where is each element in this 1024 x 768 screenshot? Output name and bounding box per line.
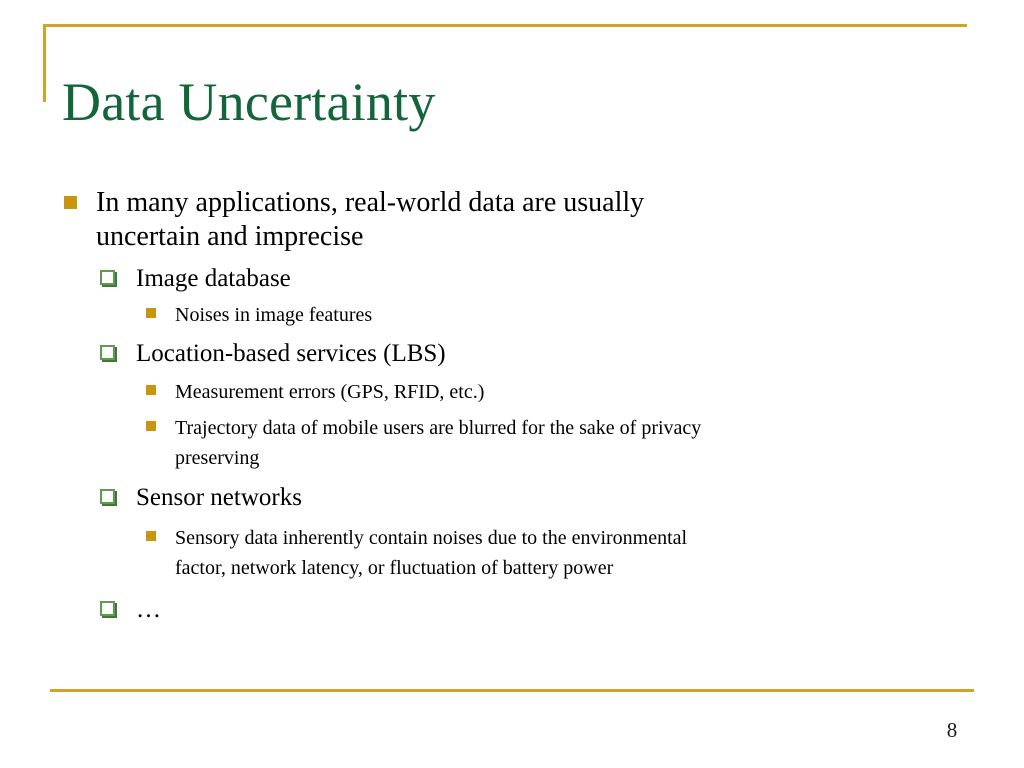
small-filled-square-bullet-icon xyxy=(146,421,156,431)
bullet-line: Noises in image features xyxy=(175,304,373,326)
small-filled-square-bullet-icon xyxy=(146,385,156,395)
bullet-line: Image database xyxy=(136,265,291,292)
bullet-line: preserving xyxy=(175,447,260,469)
bullet-text: … xyxy=(0,591,1024,629)
slide-body: In many applications, real-world data ar… xyxy=(0,186,1024,629)
slide: Data Uncertainty In many applications, r… xyxy=(0,0,1024,768)
bullet-line: Measurement errors (GPS, RFID, etc.) xyxy=(175,381,485,403)
filled-square-bullet-icon xyxy=(64,196,77,209)
bullet-text: Image database xyxy=(0,260,1024,298)
bullet-line: … xyxy=(136,596,161,623)
bullet-item-level3: Sensory data inherently contain noises d… xyxy=(0,523,1024,583)
bottom-gold-rule xyxy=(50,689,974,692)
bullet-item-level2: Sensor networks xyxy=(0,479,1024,517)
hollow-square-bullet-icon xyxy=(100,601,115,616)
hollow-square-bullet-icon xyxy=(100,489,115,504)
bullet-item-level3: Measurement errors (GPS, RFID, etc.) xyxy=(0,377,1024,407)
bullet-item-level2: Location-based services (LBS) xyxy=(0,335,1024,373)
bullet-item-level2: … xyxy=(0,591,1024,629)
top-gold-rule xyxy=(43,24,967,27)
bullet-line: factor, network latency, or fluctuation … xyxy=(175,557,614,579)
bullet-line: uncertain and imprecise xyxy=(96,221,364,252)
small-filled-square-bullet-icon xyxy=(146,531,156,541)
bullet-line: Trajectory data of mobile users are blur… xyxy=(175,417,702,439)
bullet-item-level2: Image database xyxy=(0,260,1024,298)
bullet-item-level3: Trajectory data of mobile users are blur… xyxy=(0,413,1024,473)
bullet-text: In many applications, real-world data ar… xyxy=(0,186,1024,254)
small-filled-square-bullet-icon xyxy=(146,308,156,318)
bullet-item-level3: Noises in image features xyxy=(0,300,1024,330)
left-gold-rule xyxy=(43,24,46,102)
hollow-square-bullet-icon xyxy=(100,345,115,360)
page-title: Data Uncertainty xyxy=(62,72,436,133)
bullet-line: Sensory data inherently contain noises d… xyxy=(175,527,688,549)
hollow-square-bullet-icon xyxy=(100,270,115,285)
bullet-text: Location-based services (LBS) xyxy=(0,335,1024,373)
page-number: 8 xyxy=(946,718,958,742)
bullet-item-level1: In many applications, real-world data ar… xyxy=(0,186,1024,254)
bullet-text: Sensor networks xyxy=(0,479,1024,517)
bullet-line: Sensor networks xyxy=(136,484,302,511)
bullet-line: Location-based services (LBS) xyxy=(136,340,446,367)
bullet-line: In many applications, real-world data ar… xyxy=(96,187,645,218)
